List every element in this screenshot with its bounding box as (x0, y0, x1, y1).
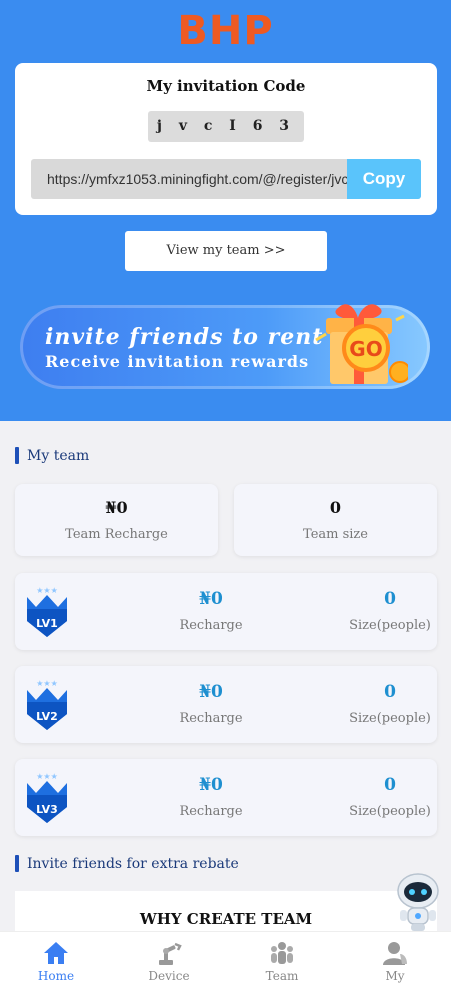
level-1-card[interactable]: ★★★ LV1 ₦0 Recharge 0 Size(people) (15, 573, 437, 650)
level-3-card[interactable]: ★★★ LV3 ₦0 Recharge 0 Size(people) (15, 759, 437, 836)
tab-team[interactable]: Team (226, 932, 338, 992)
level-recharge-label: Recharge (179, 618, 243, 633)
level-recharge-value: ₦0 (199, 682, 223, 702)
rebate-title: Invite friends for extra rebate (15, 855, 239, 873)
robot-assistant-icon[interactable] (395, 871, 441, 933)
brand-logo: BHP (177, 8, 274, 54)
robot-arm-icon (159, 942, 182, 965)
level-size-value: 0 (384, 682, 396, 702)
level-recharge-value: ₦0 (199, 589, 223, 609)
level-size-label: Size(people) (349, 618, 431, 633)
level-size-label: Size(people) (349, 711, 431, 726)
svg-text:★★★: ★★★ (36, 586, 58, 595)
gift-box-icon: GO (315, 304, 408, 384)
team-recharge-value: ₦0 (105, 498, 128, 517)
tab-device-label: Device (148, 969, 190, 983)
tab-home[interactable]: Home (0, 932, 112, 992)
svg-text:★★★: ★★★ (36, 679, 58, 688)
lv1-label: LV1 (36, 617, 58, 630)
header-area: BHP My invitation Code j v c I 6 3 https… (0, 0, 451, 421)
team-icon (271, 942, 293, 964)
level-size-value: 0 (384, 775, 396, 795)
invitation-link-field: https://ymfxz1053.miningfight.com/@/regi… (31, 159, 421, 199)
banner-subline: Receive invitation rewards (45, 352, 310, 371)
level-recharge-value: ₦0 (199, 775, 223, 795)
invite-banner[interactable]: invite friends to rent Receive invitatio… (20, 290, 432, 400)
user-icon (383, 942, 407, 965)
bottom-tab-bar: Home Device Team My (0, 931, 451, 992)
svg-text:★★★: ★★★ (36, 772, 58, 781)
lv1-badge-icon: ★★★ LV1 (27, 586, 67, 637)
tab-my[interactable]: My (339, 932, 451, 992)
lv3-badge-icon: ★★★ LV3 (27, 772, 67, 823)
team-size-value: 0 (329, 498, 342, 517)
team-recharge-label: Team Recharge (65, 527, 168, 542)
lv3-label: LV3 (36, 803, 58, 816)
level-recharge-label: Recharge (179, 804, 243, 819)
view-team-button[interactable]: View my team >> (125, 231, 327, 271)
team-size-card: 0 Team size (234, 484, 437, 556)
banner-headline: invite friends to rent (45, 324, 324, 350)
level-recharge-label: Recharge (179, 711, 243, 726)
lv2-badge-icon: ★★★ LV2 (27, 679, 67, 730)
lv2-label: LV2 (36, 710, 58, 723)
home-icon (44, 942, 68, 964)
invitation-code: j v c I 6 3 (148, 111, 304, 142)
invitation-link[interactable]: https://ymfxz1053.miningfight.com/@/regi… (47, 159, 347, 199)
team-recharge-card: ₦0 Team Recharge (15, 484, 218, 556)
why-create-team-title: WHY CREATE TEAM (139, 910, 313, 928)
tab-device[interactable]: Device (113, 932, 225, 992)
level-size-value: 0 (384, 589, 396, 609)
copy-button[interactable]: Copy (347, 159, 421, 199)
tab-my-label: My (385, 969, 405, 983)
my-team-title: My team (15, 447, 89, 465)
go-label: GO (349, 337, 382, 361)
invitation-title: My invitation Code (146, 77, 306, 95)
invitation-card: My invitation Code j v c I 6 3 https://y… (15, 63, 437, 215)
team-size-label: Team size (303, 527, 368, 542)
level-size-label: Size(people) (349, 804, 431, 819)
level-2-card[interactable]: ★★★ LV2 ₦0 Recharge 0 Size(people) (15, 666, 437, 743)
tab-team-label: Team (265, 969, 299, 983)
tab-home-label: Home (37, 969, 75, 983)
